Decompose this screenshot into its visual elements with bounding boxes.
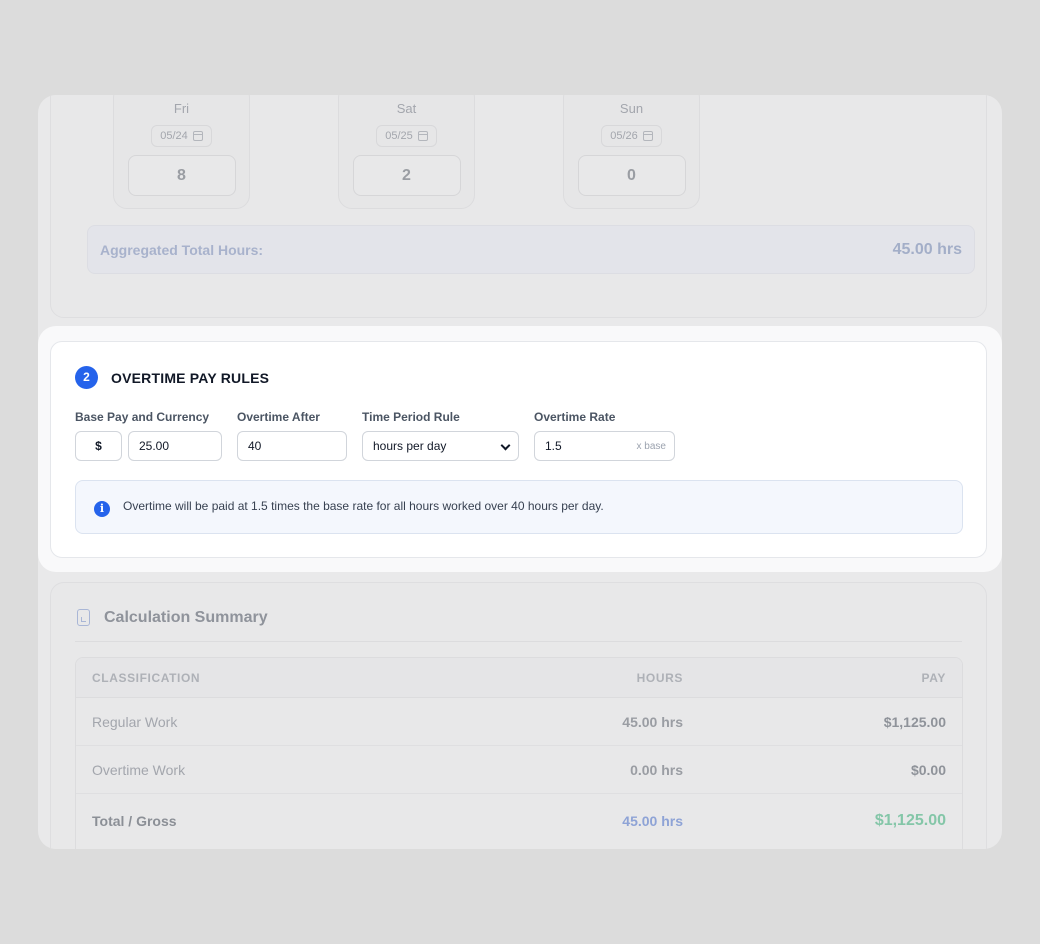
row-pay: $0.00 [910,761,946,778]
app-frame: Fri 05/24 8 Sat 05/25 2 Sun 05/26 0 Aggr… [38,95,1002,849]
overtime-rate-value: 1.5 [545,439,562,453]
calendar-icon [192,131,203,141]
date-picker[interactable]: 05/24 [151,125,212,147]
calendar-icon [642,131,653,141]
overtime-rules-card: 2 OVERTIME PAY RULES Base Pay and Curren… [50,341,987,558]
info-icon: i [94,501,110,517]
period-rule-value: hours per day [373,439,447,453]
table-header: CLASSIFICATION HOURS PAY [76,658,962,698]
date-picker[interactable]: 05/25 [376,125,437,147]
date-value: 05/26 [610,130,638,142]
calendar-icon [417,131,428,141]
aggregated-hours-value: 45.00 hrs [892,240,962,258]
day-name: Sat [396,101,417,116]
overtime-after-input[interactable]: 40 [237,431,347,461]
header-hours: HOURS [636,670,683,685]
day-name: Fri [173,101,190,116]
row-hours: 0.00 hrs [630,761,683,778]
period-rule-label: Time Period Rule [362,410,460,424]
aggregated-hours-bar: Aggregated Total Hours: 45.00 hrs [87,225,975,274]
table-row: Overtime Work 0.00 hrs $0.00 [76,746,962,794]
currency-field[interactable]: $ [75,431,122,461]
chevron-down-icon [500,440,511,451]
header-classification: CLASSIFICATION [92,670,201,685]
row-pay: $1,125.00 [883,713,946,730]
row-hours: 45.00 hrs [622,713,683,730]
date-value: 05/25 [385,130,413,142]
document-chart-icon [77,609,90,626]
hours-input[interactable]: 0 [577,155,686,196]
hours-input[interactable]: 8 [127,155,236,196]
summary-table: CLASSIFICATION HOURS PAY Regular Work 45… [75,657,963,849]
day-card-sun: Sun 05/26 0 [563,95,700,209]
total-row: Total / Gross 45.00 hrs $1,125.00 [76,794,962,848]
day-card-sat: Sat 05/25 2 [338,95,475,209]
day-name: Sun [619,101,644,116]
overtime-highlight: 2 OVERTIME PAY RULES Base Pay and Curren… [38,326,1002,572]
date-picker[interactable]: 05/26 [601,125,662,147]
divider [75,641,962,642]
date-value: 05/24 [160,130,188,142]
period-rule-select[interactable]: hours per day [362,431,519,461]
overtime-title: OVERTIME PAY RULES [111,370,270,386]
total-classification: Total / Gross [92,813,177,829]
summary-title: Calculation Summary [104,609,268,626]
daily-hours-card: Fri 05/24 8 Sat 05/25 2 Sun 05/26 0 Aggr… [50,95,987,318]
overtime-notice: i Overtime will be paid at 1.5 times the… [75,480,963,534]
step-badge: 2 [75,366,98,389]
day-card-fri: Fri 05/24 8 [113,95,250,209]
overtime-rate-input[interactable]: 1.5 x base [534,431,675,461]
hours-input[interactable]: 2 [352,155,461,196]
overtime-rate-label: Overtime Rate [534,410,616,424]
rate-suffix: x base [636,441,666,452]
base-pay-input[interactable]: 25.00 [128,431,222,461]
notice-text: Overtime will be paid at 1.5 times the b… [123,499,604,513]
overtime-after-label: Overtime After [237,410,320,424]
total-hours: 45.00 hrs [622,813,683,829]
base-pay-label: Base Pay and Currency [75,410,210,424]
table-row: Regular Work 45.00 hrs $1,125.00 [76,698,962,746]
header-pay: PAY [921,670,946,685]
row-classification: Overtime Work [92,761,186,778]
aggregated-hours-label: Aggregated Total Hours: [100,241,264,258]
row-classification: Regular Work [92,713,178,730]
calculation-summary-card: Calculation Summary CLASSIFICATION HOURS… [50,582,987,849]
total-pay: $1,125.00 [874,812,946,829]
